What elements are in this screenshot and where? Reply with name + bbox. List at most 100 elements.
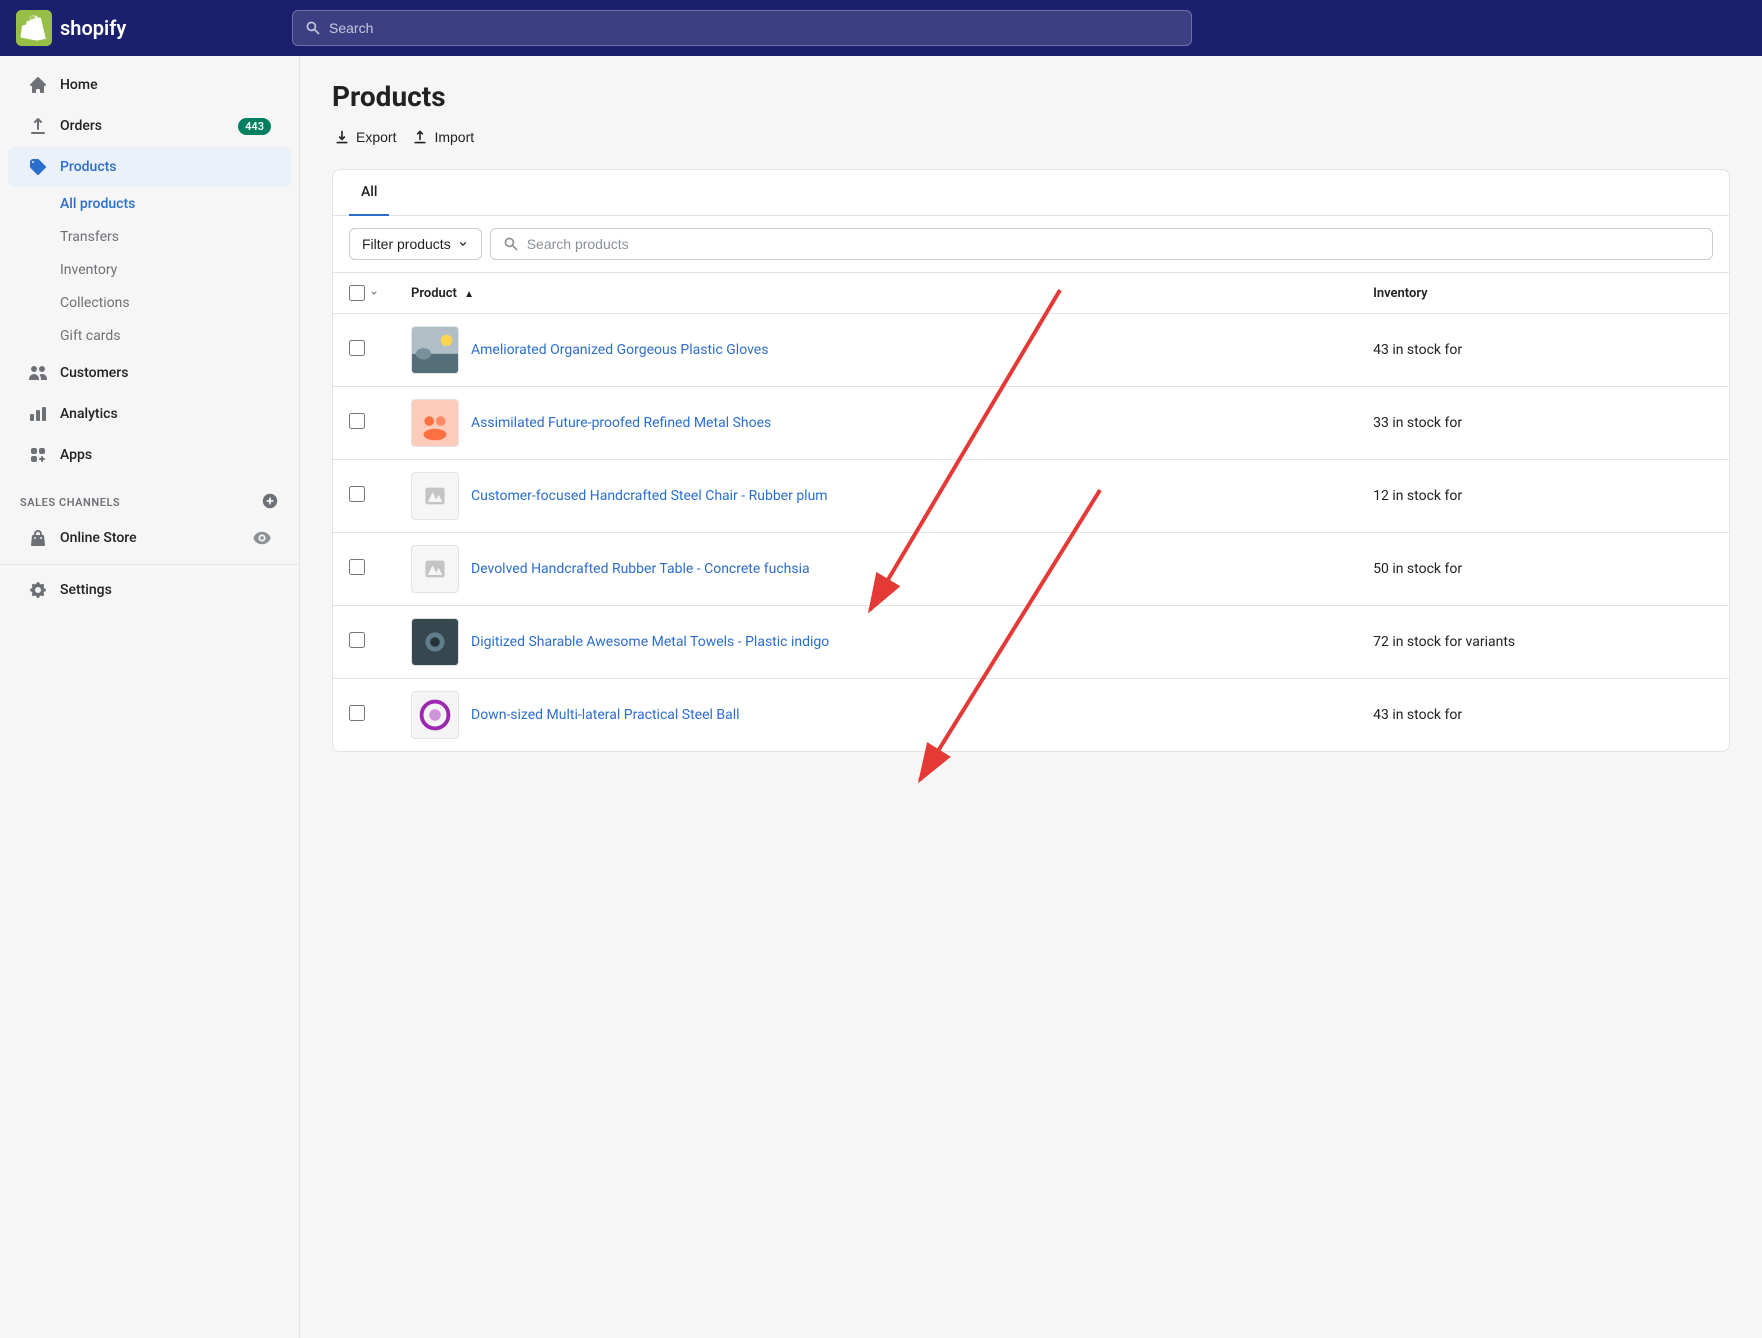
- table-header-inventory: Inventory: [1357, 273, 1729, 314]
- subnav-inventory[interactable]: Inventory: [8, 254, 291, 286]
- export-icon: [334, 129, 350, 145]
- row-0-checkbox-cell: [333, 314, 395, 387]
- add-sales-channel-button[interactable]: [261, 492, 279, 513]
- row-3-product-cell: Devolved Handcrafted Rubber Table - Conc…: [395, 533, 1357, 606]
- filter-row: Filter products: [333, 216, 1729, 273]
- row-3-thumbnail: [411, 545, 459, 593]
- store-icon: [28, 528, 48, 548]
- products-table: Product ▲ Inventory Ameliorated Organize…: [333, 273, 1729, 751]
- row-3-checkbox-cell: [333, 533, 395, 606]
- row-0-product-cell: Ameliorated Organized Gorgeous Plastic G…: [395, 314, 1357, 387]
- sidebar-item-products[interactable]: Products: [8, 147, 291, 187]
- online-store-row[interactable]: Online Store: [8, 520, 291, 556]
- row-1-inventory: 33 in stock for: [1357, 387, 1729, 460]
- row-2-thumbnail: [411, 472, 459, 520]
- logo-area: shopify: [16, 10, 276, 46]
- table-row: Assimilated Future-proofed Refined Metal…: [333, 387, 1729, 460]
- sidebar-item-products-label: Products: [60, 159, 117, 175]
- page-title: Products: [332, 80, 1730, 113]
- products-tabs: All: [333, 170, 1729, 216]
- row-0-checkbox[interactable]: [349, 340, 365, 356]
- online-store-label: Online Store: [60, 530, 241, 546]
- export-button[interactable]: Export: [332, 125, 398, 149]
- eye-icon: [253, 529, 271, 547]
- row-3-checkbox[interactable]: [349, 559, 365, 575]
- plus-circle-icon: [261, 492, 279, 510]
- row-0-inventory: 43 in stock for: [1357, 314, 1729, 387]
- sidebar-item-orders[interactable]: Orders 443: [8, 106, 291, 146]
- row-5-product-link[interactable]: Down-sized Multi-lateral Practical Steel…: [471, 707, 740, 723]
- action-bar: Export Import: [332, 125, 1730, 149]
- table-row: Ameliorated Organized Gorgeous Plastic G…: [333, 314, 1729, 387]
- row-4-checkbox[interactable]: [349, 632, 365, 648]
- row-4-thumbnail: [411, 618, 459, 666]
- import-icon: [412, 129, 428, 145]
- subnav-collections[interactable]: Collections: [8, 287, 291, 319]
- row-4-checkbox-cell: [333, 606, 395, 679]
- sales-channels-label: SALES CHANNELS: [0, 476, 299, 519]
- settings-icon: [28, 580, 48, 600]
- table-row: Digitized Sharable Awesome Metal Towels …: [333, 606, 1729, 679]
- row-4-inventory: 72 in stock for variants: [1357, 606, 1729, 679]
- sidebar-item-settings[interactable]: Settings: [8, 570, 291, 610]
- row-4-product-link[interactable]: Digitized Sharable Awesome Metal Towels …: [471, 634, 829, 650]
- main-content: Products Export Import All: [300, 56, 1762, 1338]
- sidebar-item-home[interactable]: Home: [8, 65, 291, 105]
- search-bar[interactable]: [292, 10, 1192, 46]
- row-2-checkbox[interactable]: [349, 486, 365, 502]
- row-5-product-cell: Down-sized Multi-lateral Practical Steel…: [395, 679, 1357, 752]
- orders-icon: [28, 116, 48, 136]
- tab-all[interactable]: All: [349, 170, 389, 216]
- row-5-checkbox[interactable]: [349, 705, 365, 721]
- row-1-product-link[interactable]: Assimilated Future-proofed Refined Metal…: [471, 415, 771, 431]
- search-products-icon: [503, 236, 519, 252]
- sidebar-item-customers-label: Customers: [60, 365, 128, 381]
- row-3-product-link[interactable]: Devolved Handcrafted Rubber Table - Conc…: [471, 561, 810, 577]
- table-header-checkbox: [333, 273, 395, 314]
- select-all-checkbox[interactable]: [349, 285, 365, 301]
- row-1-checkbox-cell: [333, 387, 395, 460]
- products-icon: [28, 157, 48, 177]
- customers-icon: [28, 363, 48, 383]
- products-subnav: All products Transfers Inventory Collect…: [0, 188, 299, 352]
- search-products-field[interactable]: [490, 228, 1713, 260]
- products-card: All Filter products: [332, 169, 1730, 752]
- table-row: Devolved Handcrafted Rubber Table - Conc…: [333, 533, 1729, 606]
- row-5-inventory: 43 in stock for: [1357, 679, 1729, 752]
- search-icon: [305, 20, 321, 36]
- subnav-transfers[interactable]: Transfers: [8, 221, 291, 253]
- sidebar-item-customers[interactable]: Customers: [8, 353, 291, 393]
- sidebar-item-apps[interactable]: Apps: [8, 435, 291, 475]
- row-4-product-cell: Digitized Sharable Awesome Metal Towels …: [395, 606, 1357, 679]
- subnav-all-products[interactable]: All products: [8, 188, 291, 220]
- subnav-gift-cards[interactable]: Gift cards: [8, 320, 291, 352]
- row-5-thumbnail: [411, 691, 459, 739]
- shopify-logo-icon: [16, 10, 52, 46]
- table-row: Customer-focused Handcrafted Steel Chair…: [333, 460, 1729, 533]
- select-all-chevron[interactable]: [369, 288, 379, 298]
- row-1-checkbox[interactable]: [349, 413, 365, 429]
- apps-icon: [28, 445, 48, 465]
- search-input[interactable]: [329, 20, 1179, 36]
- chevron-down-icon: [457, 238, 469, 250]
- sidebar-item-analytics-label: Analytics: [60, 406, 118, 422]
- row-2-product-link[interactable]: Customer-focused Handcrafted Steel Chair…: [471, 488, 828, 504]
- row-2-product-cell: Customer-focused Handcrafted Steel Chair…: [395, 460, 1357, 533]
- row-2-inventory: 12 in stock for: [1357, 460, 1729, 533]
- analytics-icon: [28, 404, 48, 424]
- filter-products-button[interactable]: Filter products: [349, 228, 482, 260]
- search-products-input[interactable]: [527, 236, 1700, 252]
- table-row: Down-sized Multi-lateral Practical Steel…: [333, 679, 1729, 752]
- logo-text: shopify: [60, 16, 126, 40]
- table-header-product[interactable]: Product ▲: [395, 273, 1357, 314]
- top-bar: shopify: [0, 0, 1762, 56]
- import-button[interactable]: Import: [410, 125, 476, 149]
- sidebar-item-home-label: Home: [60, 77, 98, 93]
- row-2-checkbox-cell: [333, 460, 395, 533]
- row-1-thumbnail: [411, 399, 459, 447]
- row-0-product-link[interactable]: Ameliorated Organized Gorgeous Plastic G…: [471, 342, 768, 358]
- sidebar-item-analytics[interactable]: Analytics: [8, 394, 291, 434]
- home-icon: [28, 75, 48, 95]
- row-3-inventory: 50 in stock for: [1357, 533, 1729, 606]
- sidebar-item-settings-label: Settings: [60, 582, 112, 598]
